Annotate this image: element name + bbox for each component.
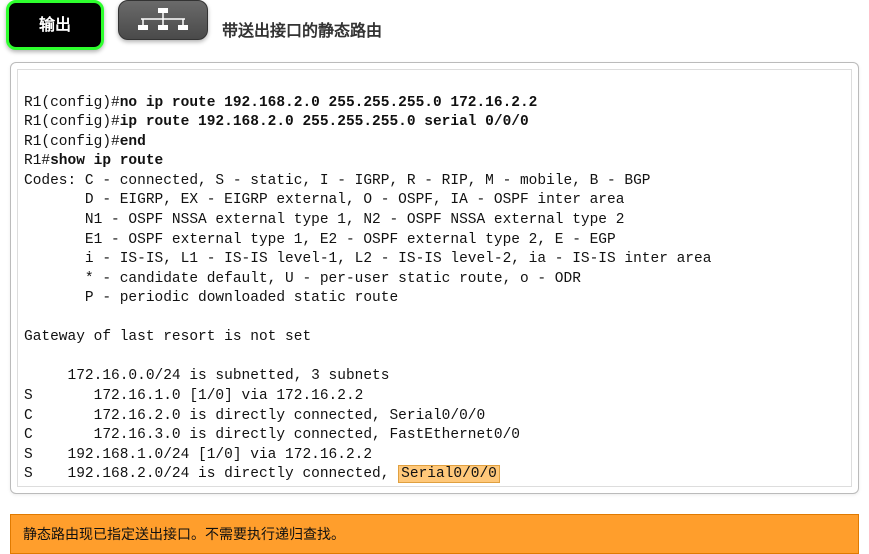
footer-note: 静态路由现已指定送出接口。不需要执行递归查找。 xyxy=(10,514,859,554)
header-bar: 输出 带送出接口的静态路由 xyxy=(0,0,869,58)
terminal-line: i - IS-IS, L1 - IS-IS level-1, L2 - IS-I… xyxy=(24,251,711,267)
terminal-line: S 172.16.1.0 [1/0] via 172.16.2.2 xyxy=(24,388,363,404)
terminal-output: R1(config)#no ip route 192.168.2.0 255.2… xyxy=(17,69,852,487)
terminal-panel: R1(config)#no ip route 192.168.2.0 255.2… xyxy=(10,62,859,494)
terminal-line: R1(config)#end xyxy=(24,134,146,150)
terminal-line: S 192.168.1.0/24 [1/0] via 172.16.2.2 xyxy=(24,447,372,463)
page-title: 带送出接口的静态路由 xyxy=(222,17,382,41)
terminal-line: S 192.168.2.0/24 is directly connected, … xyxy=(24,465,500,483)
terminal-line: * - candidate default, U - per-user stat… xyxy=(24,271,581,287)
terminal-line: C 172.16.2.0 is directly connected, Seri… xyxy=(24,408,485,424)
terminal-line: E1 - OSPF external type 1, E2 - OSPF ext… xyxy=(24,232,616,248)
terminal-line xyxy=(24,310,33,326)
terminal-line: 172.16.0.0/24 is subnetted, 3 subnets xyxy=(24,368,389,384)
terminal-line xyxy=(24,349,33,365)
network-topology-icon xyxy=(135,8,191,30)
terminal-line: C 172.16.3.0 is directly connected, Fast… xyxy=(24,427,520,443)
topology-button[interactable] xyxy=(118,0,208,40)
terminal-line: P - periodic downloaded static route xyxy=(24,290,398,306)
terminal-line: Gateway of last resort is not set xyxy=(24,329,311,345)
terminal-line: Codes: C - connected, S - static, I - IG… xyxy=(24,173,651,189)
terminal-line: R1(config)#no ip route 192.168.2.0 255.2… xyxy=(24,95,537,111)
terminal-line: R1(config)#ip route 192.168.2.0 255.255.… xyxy=(24,114,529,130)
terminal-line: N1 - OSPF NSSA external type 1, N2 - OSP… xyxy=(24,212,624,228)
output-button[interactable]: 输出 xyxy=(6,0,104,50)
terminal-line: D - EIGRP, EX - EIGRP external, O - OSPF… xyxy=(24,192,624,208)
highlighted-interface: Serial0/0/0 xyxy=(398,465,500,483)
terminal-line: R1#show ip route xyxy=(24,153,163,169)
